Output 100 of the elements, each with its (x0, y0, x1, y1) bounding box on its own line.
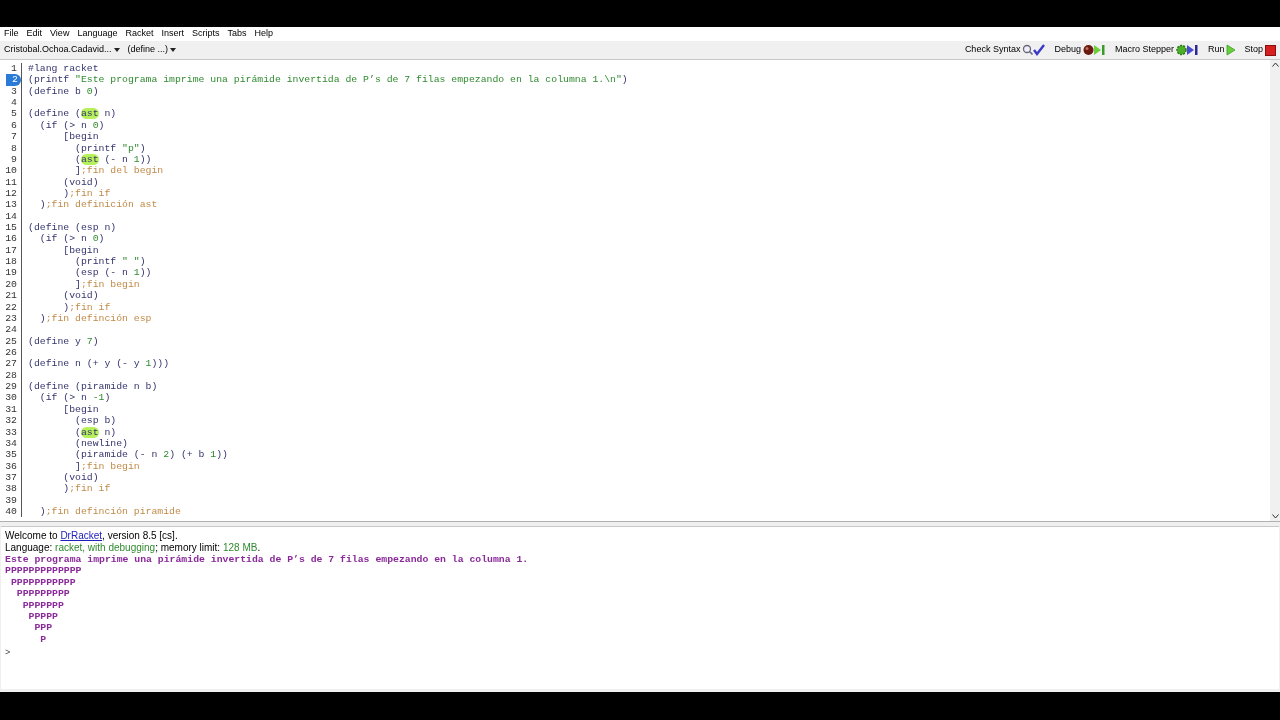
code-line: [begin (62, 131, 99, 143)
toolbar-button[interactable]: Run (1207, 43, 1237, 57)
code-line: [begin (62, 244, 99, 257)
line-number: 27 (5, 358, 17, 370)
code-line: (define (esp n) (28, 222, 117, 234)
line-number: 30 (5, 392, 17, 404)
code-line: ];fin begin (74, 460, 140, 472)
code-line: );fin if (62, 187, 111, 200)
magnifier-check-icon (1022, 44, 1047, 56)
code-line: (define y 7) (28, 335, 99, 347)
code-line: (define (ast n) (28, 108, 117, 120)
line-number: 5 (11, 108, 17, 120)
code-line: );fin definición ast (38, 199, 158, 211)
line-number: 4 (11, 97, 17, 109)
line-number: 40 (5, 506, 17, 518)
line-number: 12 (5, 187, 17, 200)
bug-play-icon (1082, 44, 1107, 56)
code-line: (printf "p") (74, 142, 146, 154)
code-line: (if (> n -1) (38, 392, 111, 404)
code-line: (esp b) (74, 415, 117, 427)
toolbar-button[interactable]: Stop (1244, 43, 1276, 57)
code-line: );fin if (62, 301, 111, 313)
toolbar-button[interactable]: Macro Stepper (1114, 43, 1200, 57)
line-number: 19 (5, 267, 17, 279)
line-number: 13 (5, 199, 17, 211)
code-line: );fin definción piramide (38, 506, 181, 518)
code-line: (void) (62, 471, 99, 484)
welcome-message: Welcome to DrRacket, version 8.5 [cs]. (5, 530, 179, 542)
line-number: 29 (5, 381, 17, 393)
code-line: #lang racket (28, 63, 99, 75)
line-number: 11 (5, 176, 17, 188)
line-number: 15 (5, 222, 17, 234)
line-number: 16 (5, 233, 17, 245)
menu-item[interactable]: View (50, 27, 70, 41)
output-line: PPPPP (27, 610, 58, 622)
code-line: (void) (62, 290, 99, 302)
output-line: PPPPPPPPPPPPP (5, 565, 82, 577)
code-line: (ast (- n 1)) (74, 153, 152, 166)
output-line: PPP (33, 622, 53, 634)
output-line: PPPPPPPPP (15, 588, 70, 600)
code-line: );fin definción esp (38, 312, 152, 325)
line-number: 9 (11, 153, 17, 166)
line-number: 31 (5, 403, 17, 416)
line-number: 37 (5, 471, 17, 484)
line-number: 20 (5, 278, 17, 291)
menu-item[interactable]: Language (77, 27, 118, 41)
line-number: 7 (11, 131, 17, 143)
code-line: (printf " ") (74, 256, 146, 268)
scrollbar[interactable] (1270, 60, 1280, 521)
caret-icon (113, 48, 120, 52)
code-line: (ast n) (74, 426, 117, 438)
output-line: PPPPPPP (21, 599, 64, 611)
code-line: (piramide (- n 2) (+ b 1)) (74, 449, 228, 461)
menu-item[interactable]: Tabs (227, 27, 247, 41)
menu-item[interactable]: Racket (125, 27, 154, 41)
stop-icon (1265, 44, 1276, 56)
toolbar-button[interactable]: Debug (1054, 43, 1107, 57)
file-selector[interactable]: Cristobal.Ochoa.Cadavid... (4, 43, 120, 57)
menu-item[interactable]: File (4, 27, 19, 41)
language-info: Language: racket, with debugging; memory limit: 128 MB. (5, 542, 262, 554)
line-number: 18 (5, 256, 17, 268)
code-line: (esp (- n 1)) (74, 267, 152, 279)
line-number: 10 (5, 165, 17, 177)
code-line: (if (> n 0) (38, 233, 105, 245)
line-number: 36 (5, 460, 17, 472)
code-line: ];fin del begin (74, 165, 164, 177)
menu-item[interactable]: Scripts (191, 27, 220, 41)
line-number: 26 (5, 347, 17, 359)
code-line: (define n (+ y (- y 1))) (28, 358, 170, 370)
toolbar-button[interactable]: Check Syntax (964, 43, 1047, 57)
code-line: (newline) (74, 437, 128, 450)
output-line: P (39, 633, 47, 645)
line-number: 24 (5, 324, 17, 336)
line-number: 14 (5, 210, 17, 223)
line-number: 23 (5, 312, 17, 325)
code-line: (printf "Este programa imprime una pirámide invertida de P’s de 7 filas empezando en la columna 1.\n") (28, 74, 628, 86)
line-number: 3 (11, 85, 17, 98)
line-number: 21 (5, 290, 17, 302)
line-number: 1 (11, 63, 17, 75)
menu-item[interactable]: Insert (161, 27, 184, 41)
code-line: (if (> n 0) (38, 119, 105, 132)
line-number: 25 (5, 335, 17, 347)
line-number: 38 (5, 483, 17, 495)
line-number: 32 (5, 415, 17, 427)
definitions-selector[interactable]: (define ...) (127, 43, 177, 57)
play-icon (1226, 44, 1237, 56)
code-line: [begin (62, 403, 99, 416)
prompt: > (5, 648, 11, 659)
line-number: 17 (5, 244, 17, 257)
code-line: ];fin begin (74, 278, 140, 291)
line-number: 28 (5, 369, 17, 382)
gear-play-icon (1175, 44, 1200, 56)
menu-item[interactable]: Help (254, 27, 273, 41)
output-line: PPPPPPPPPPP (9, 576, 76, 588)
line-number: 6 (11, 119, 17, 132)
menu-item[interactable]: Edit (26, 27, 43, 41)
line-number: 33 (5, 426, 17, 438)
caret-icon (170, 48, 177, 52)
line-number: 22 (5, 301, 17, 313)
output-line: Este programa imprime una pirámide invertida de P’s de 7 filas empezando en la columna 1. (5, 554, 529, 565)
